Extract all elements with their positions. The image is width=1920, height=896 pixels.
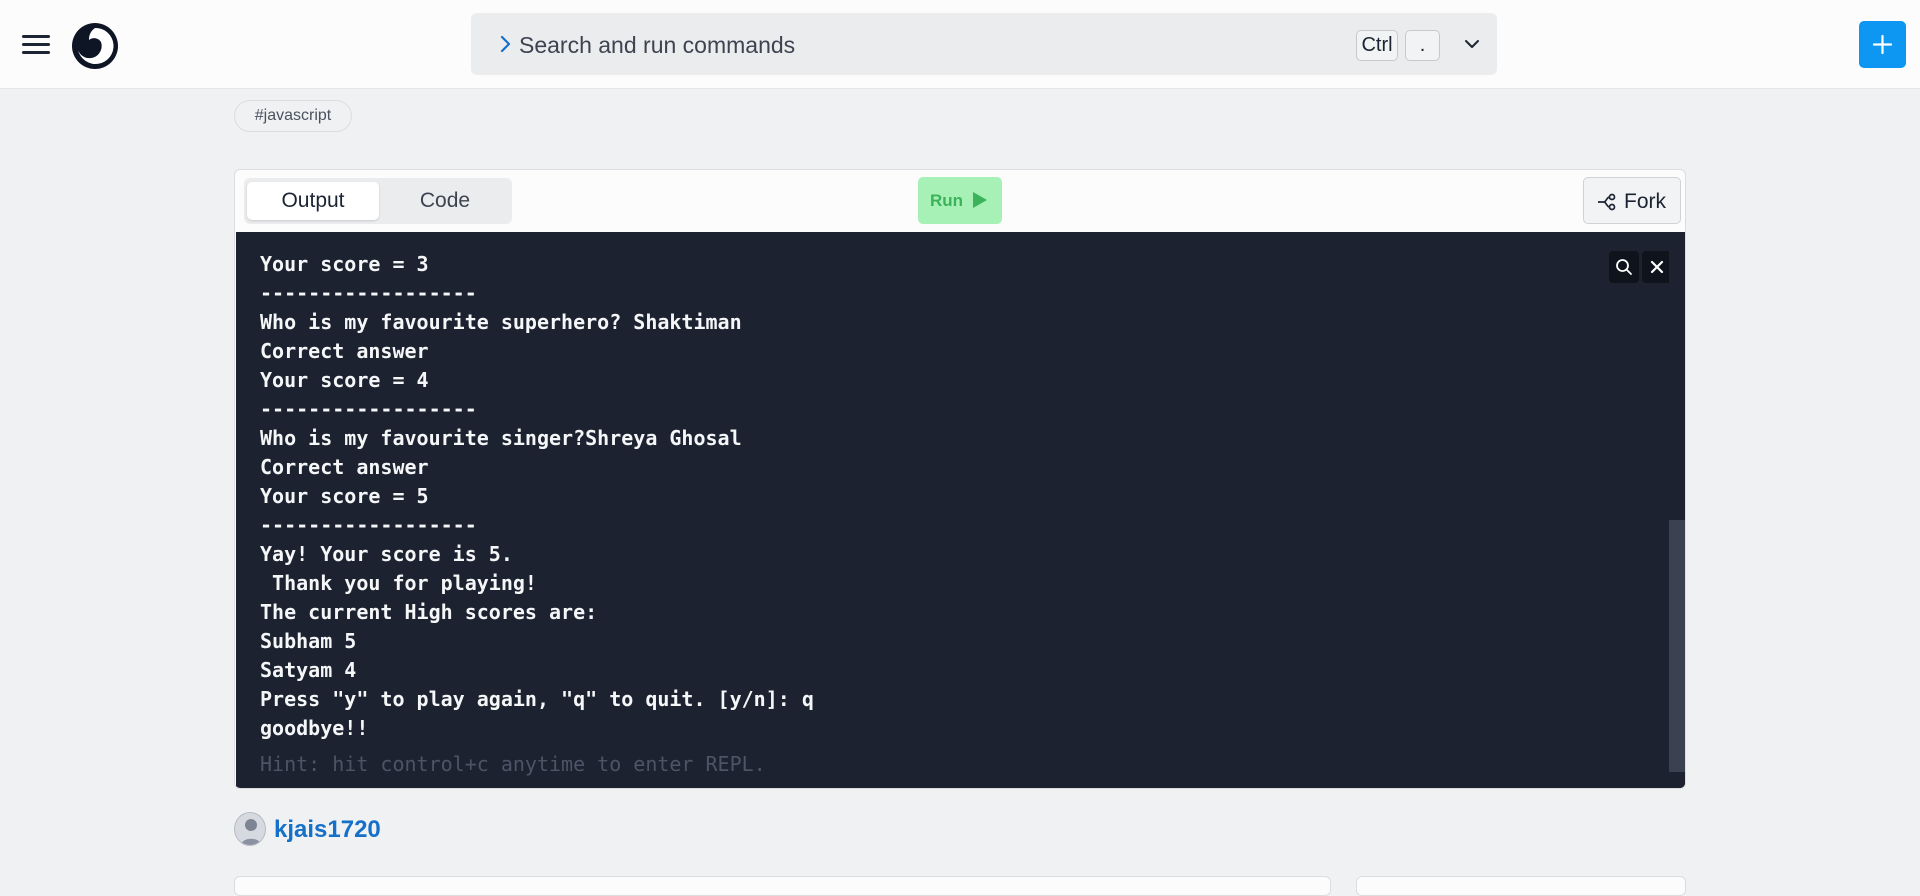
view-tabs: Output Code (244, 178, 512, 224)
bottom-panel-right (1356, 876, 1686, 896)
console-output[interactable]: Your score = 3 ------------------ Who is… (236, 232, 1685, 788)
console-line: ------------------ (260, 397, 477, 421)
play-icon (973, 192, 987, 208)
close-icon (1650, 260, 1664, 274)
console-line: Subham 5 (260, 629, 357, 653)
author-username[interactable]: kjais1720 (274, 816, 381, 844)
avatar[interactable] (234, 812, 266, 846)
console-line: Press "y" to play again, "q" to quit. [y… (260, 687, 814, 711)
command-search-bar[interactable]: Search and run commands Ctrl . (471, 13, 1497, 75)
replit-logo-icon[interactable] (71, 22, 119, 70)
console-line: Who is my favourite singer?Shreya Ghosal (260, 426, 742, 450)
console-line: Correct answer (260, 339, 429, 363)
bottom-panel-left (234, 876, 1331, 896)
console-scrollbar-thumb[interactable] (1669, 520, 1685, 772)
command-search-placeholder: Search and run commands (519, 32, 796, 58)
console-lines: Your score = 3 ------------------ Who is… (260, 250, 814, 743)
fork-button[interactable]: Fork (1583, 177, 1681, 224)
plus-icon (1872, 34, 1893, 55)
search-icon (1616, 259, 1632, 275)
tag-javascript[interactable]: #javascript (234, 100, 352, 132)
run-label: Run (930, 191, 964, 210)
console-line: goodbye!! (260, 716, 369, 740)
chevron-down-icon[interactable] (1463, 35, 1481, 53)
tab-output[interactable]: Output (247, 182, 379, 220)
chevron-right-icon (500, 35, 511, 53)
console-hint: Hint: hit control+c anytime to enter REP… (260, 752, 766, 776)
tab-code[interactable]: Code (381, 182, 509, 220)
console-line: ------------------ (260, 281, 477, 305)
console-line: Yay! Your score is 5. (260, 542, 513, 566)
console-line: Your score = 5 (260, 484, 429, 508)
console-search-button[interactable] (1609, 251, 1639, 283)
top-bar: Search and run commands Ctrl . (0, 0, 1920, 89)
console-line: Thank you for playing! (260, 571, 537, 595)
repl-panel: Output Code Run Fork Your score = 3 ----… (234, 169, 1686, 789)
fork-label: Fork (1624, 190, 1666, 213)
console-line: Satyam 4 (260, 658, 357, 682)
console-line: The current High scores are: (260, 600, 598, 624)
console-line: Who is my favourite superhero? Shaktiman (260, 310, 742, 334)
run-button[interactable]: Run (918, 177, 1002, 224)
console-line: Your score = 3 (260, 252, 429, 276)
shortcut-key-ctrl: Ctrl (1356, 30, 1398, 61)
console-line: Your score = 4 (260, 368, 429, 392)
console-close-button[interactable] (1642, 251, 1672, 283)
console-line: ------------------ (260, 513, 477, 537)
new-repl-button[interactable] (1859, 21, 1906, 68)
shortcut-key-period: . (1405, 30, 1440, 61)
console-line: Correct answer (260, 455, 429, 479)
fork-icon (1598, 193, 1616, 211)
hamburger-menu-icon[interactable] (22, 33, 50, 55)
